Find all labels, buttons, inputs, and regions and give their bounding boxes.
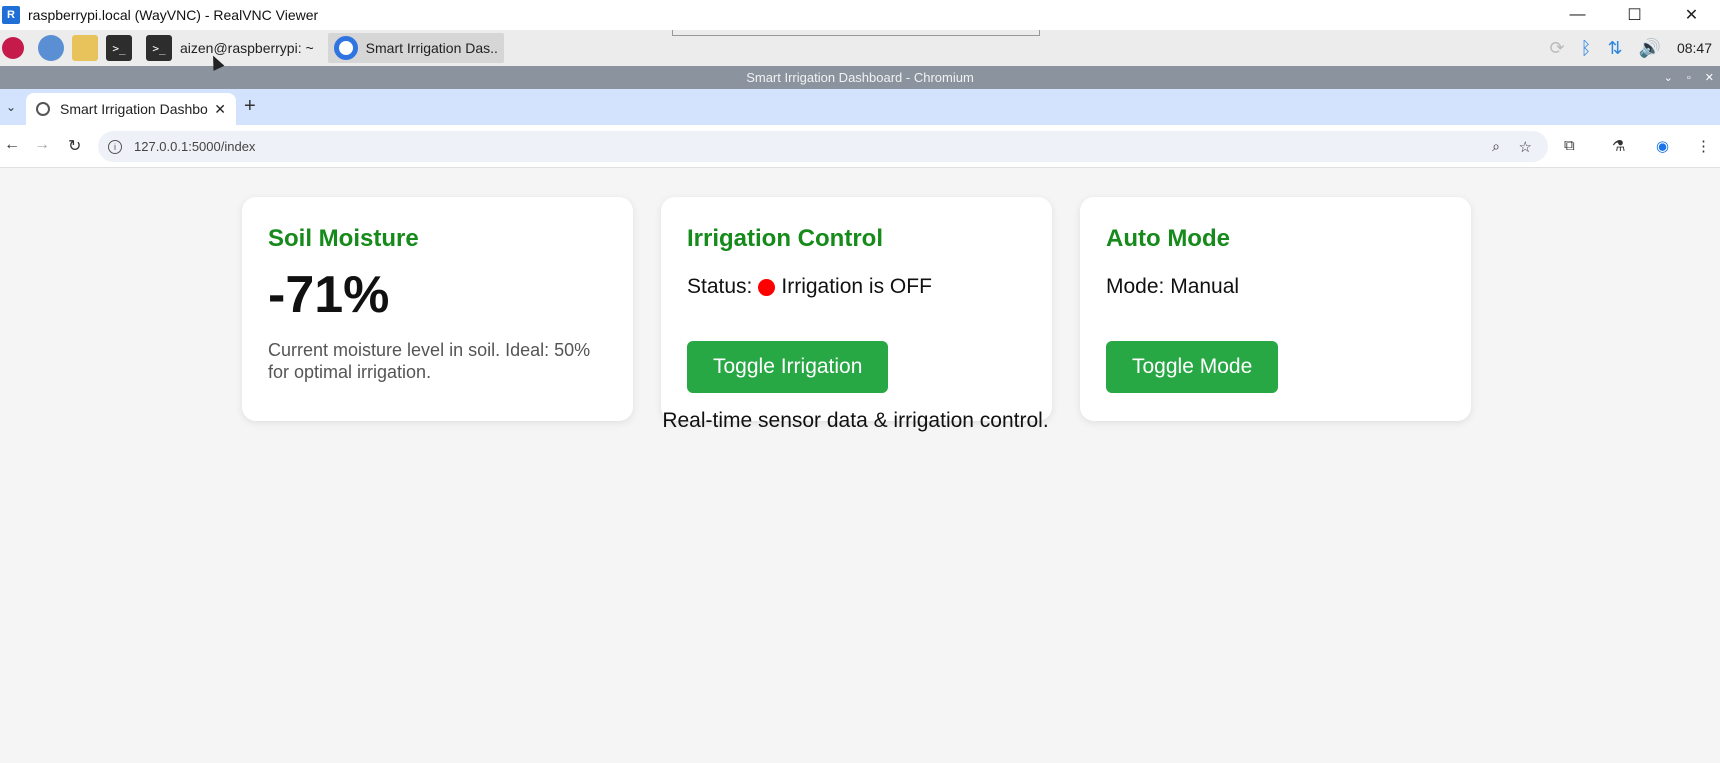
new-tab-button[interactable]: +	[244, 95, 256, 118]
labs-flask-icon[interactable]: ⚗	[1612, 137, 1625, 155]
address-bar[interactable]: i 127.0.0.1:5000/index ⌕ ☆	[98, 131, 1548, 162]
status-text: Irrigation is OFF	[781, 275, 932, 298]
irrigation-control-card: Irrigation Control Status: Irrigation is…	[661, 197, 1052, 421]
task-label: aizen@raspberrypi: ~	[180, 40, 314, 56]
window-controls: — ☐ ✕	[1549, 0, 1720, 30]
vnc-title-bar: R raspberrypi.local (WayVNC) - RealVNC V…	[0, 0, 1720, 30]
browser-window-controls: ⌄ ▫ ✕	[1664, 66, 1714, 89]
tab-close-icon[interactable]: ✕	[214, 101, 226, 118]
tab-label: Smart Irrigation Dashbo	[60, 101, 208, 117]
bookmark-star-icon[interactable]: ☆	[1519, 138, 1532, 156]
dashboard-page: Soil Moisture -71% Current moisture leve…	[0, 169, 1720, 763]
extensions-icon[interactable]: ⧉	[1564, 137, 1575, 154]
volume-icon[interactable]: 🔊	[1639, 38, 1661, 59]
taskbar-task-terminal[interactable]: >_ aizen@raspberrypi: ~	[140, 33, 320, 63]
update-icon[interactable]: ⟳	[1550, 38, 1565, 59]
zoom-icon[interactable]: ⌕	[1492, 138, 1500, 155]
moisture-value: -71%	[268, 266, 390, 324]
toggle-mode-button[interactable]: Toggle Mode	[1106, 341, 1279, 393]
maximize-button[interactable]: ☐	[1606, 0, 1663, 30]
forward-icon[interactable]: →	[34, 136, 50, 154]
task-label: Smart Irrigation Das..	[365, 40, 498, 56]
panel-slot	[672, 30, 1040, 36]
chromium-icon	[333, 36, 358, 60]
status-label: Status:	[687, 275, 753, 298]
profile-icon[interactable]: ◉	[1656, 137, 1669, 155]
irrigation-status: Status: Irrigation is OFF	[687, 275, 1026, 299]
close-icon[interactable]: ✕	[1705, 71, 1714, 84]
terminal-launcher-icon[interactable]: >_	[106, 35, 132, 61]
tab-search-chevron-icon[interactable]: ⌄	[2, 97, 20, 117]
close-button[interactable]: ✕	[1663, 0, 1720, 30]
moisture-description: Current moisture level in soil. Ideal: 5…	[268, 340, 591, 382]
realvnc-icon: R	[2, 6, 20, 24]
info-icon[interactable]: i	[108, 139, 122, 154]
footer-caption: Real-time sensor data & irrigation contr…	[662, 409, 1049, 432]
restore-icon[interactable]: ▫	[1687, 72, 1691, 84]
raspberry-menu-icon[interactable]	[2, 37, 24, 59]
soil-moisture-card: Soil Moisture -71% Current moisture leve…	[242, 197, 633, 421]
card-title: Auto Mode	[1106, 225, 1230, 252]
reload-icon[interactable]: ↻	[68, 136, 81, 156]
window-title: raspberrypi.local (WayVNC) - RealVNC Vie…	[28, 7, 319, 23]
clock[interactable]: 08:47	[1677, 40, 1712, 56]
browser-launcher-icon[interactable]	[38, 35, 64, 61]
file-manager-icon[interactable]	[72, 35, 98, 61]
chevron-down-icon[interactable]: ⌄	[1664, 71, 1673, 84]
terminal-icon: >_	[146, 35, 172, 61]
browser-window-title: Smart Irrigation Dashboard - Chromium	[746, 70, 974, 85]
browser-toolbar: ← → ↻ i 127.0.0.1:5000/index ⌕ ☆ ⧉ ⚗ ◉ ⋮	[0, 125, 1720, 168]
minimize-button[interactable]: —	[1549, 0, 1606, 30]
card-title: Soil Moisture	[268, 225, 419, 252]
tab-strip: ⌄ Smart Irrigation Dashbo ✕ +	[0, 89, 1720, 125]
card-title: Irrigation Control	[687, 225, 883, 252]
tab-dashboard[interactable]: Smart Irrigation Dashbo ✕	[26, 93, 236, 125]
toggle-irrigation-button[interactable]: Toggle Irrigation	[687, 341, 889, 393]
mode-status: Mode: Manual	[1106, 275, 1240, 298]
url-text: 127.0.0.1:5000/index	[134, 139, 256, 154]
menu-dots-icon[interactable]: ⋮	[1696, 137, 1711, 155]
back-icon[interactable]: ←	[4, 136, 20, 154]
status-indicator-dot	[758, 278, 776, 296]
globe-icon	[36, 102, 50, 116]
network-icon[interactable]: ⇅	[1607, 38, 1622, 59]
browser-title-bar: Smart Irrigation Dashboard - Chromium ⌄ …	[0, 66, 1720, 89]
auto-mode-card: Auto Mode Mode: Manual Toggle Mode	[1080, 197, 1471, 421]
bluetooth-icon[interactable]: ᛒ	[1581, 38, 1592, 59]
taskbar-task-chromium[interactable]: Smart Irrigation Das..	[327, 33, 504, 63]
system-tray: ⟳ ᛒ ⇅ 🔊 08:47	[1550, 30, 1720, 66]
